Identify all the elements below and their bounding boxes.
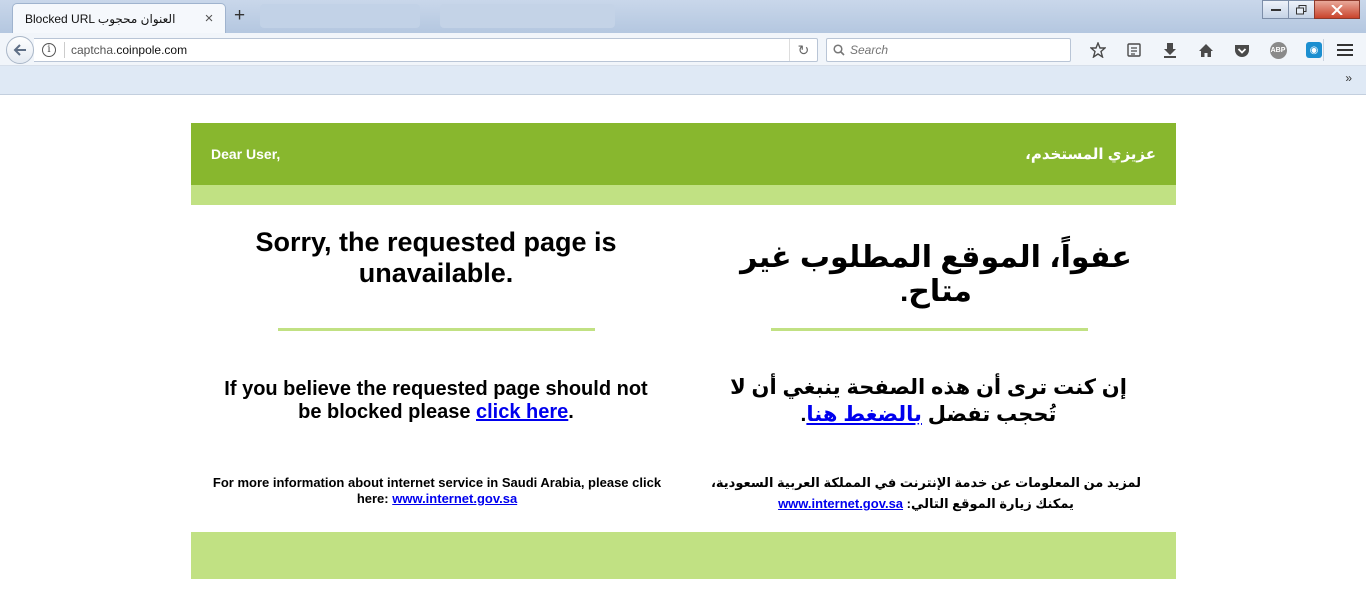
home-button[interactable] <box>1188 38 1224 62</box>
window-controls <box>1262 0 1360 19</box>
internet-gov-link-arabic[interactable]: www.internet.gov.sa <box>778 496 903 511</box>
new-tab-button[interactable]: + <box>234 5 245 27</box>
tab-title: Blocked URL العنوان محجوب <box>25 11 176 26</box>
minimize-icon <box>1270 8 1281 11</box>
toolbar-separator <box>1323 39 1324 61</box>
search-bar[interactable] <box>826 38 1071 62</box>
header-sub-bar <box>191 185 1176 205</box>
tab-active[interactable]: Blocked URL العنوان محجوب × <box>12 3 226 33</box>
url-separator <box>64 42 65 58</box>
unblock-period-english: . <box>568 401 574 423</box>
back-button[interactable] <box>6 36 34 64</box>
search-input[interactable] <box>850 43 1050 57</box>
home-icon <box>1199 43 1213 57</box>
bookmarks-toolbar: » <box>0 66 1366 95</box>
url-bar[interactable]: i captcha.coinpole.com ↻ <box>34 38 818 62</box>
downloads-button[interactable] <box>1152 38 1188 62</box>
close-window-button[interactable] <box>1314 0 1360 19</box>
reload-icon[interactable]: ↻ <box>789 39 817 61</box>
internet-gov-link[interactable]: www.internet.gov.sa <box>392 491 517 506</box>
star-icon <box>1090 42 1106 58</box>
back-arrow-icon <box>13 44 26 56</box>
url-text[interactable]: captcha.coinpole.com <box>71 43 789 57</box>
unblock-request-english: If you believe the requested page should… <box>211 378 661 424</box>
background-tab[interactable] <box>260 4 420 28</box>
more-info-english: For more information about internet serv… <box>211 475 663 507</box>
url-subdomain: captcha. <box>71 43 117 57</box>
unblock-request-arabic: إن كنت ترى أن هذه الصفحة ينبغي أن لا تُح… <box>706 374 1151 428</box>
unblock-text-arabic: إن كنت ترى أن هذه الصفحة ينبغي أن لا تُح… <box>730 376 1127 426</box>
adblock-icon: ABP <box>1269 41 1287 59</box>
reading-list-icon <box>1127 43 1141 57</box>
extension-icon: ◉ <box>1306 42 1322 58</box>
greeting-english: Dear User, <box>211 146 281 162</box>
url-domain: coinpole.com <box>116 43 188 57</box>
divider-english <box>278 328 595 331</box>
hamburger-lines <box>1337 44 1353 56</box>
pocket-button[interactable] <box>1224 38 1260 62</box>
navigation-toolbar: i captcha.coinpole.com ↻ ABP ◉ <box>0 33 1366 66</box>
search-icon <box>833 44 845 56</box>
adblock-button[interactable]: ABP <box>1260 38 1296 62</box>
background-tab[interactable] <box>440 4 615 28</box>
info-icon[interactable]: i <box>42 43 56 57</box>
divider-arabic <box>771 328 1088 331</box>
reading-list-button[interactable] <box>1116 38 1152 62</box>
footer-bar <box>191 532 1176 579</box>
click-here-link-arabic[interactable]: بالضغط هنا <box>806 403 922 426</box>
unblock-text-english: If you believe the requested page should… <box>224 378 648 423</box>
pocket-icon <box>1235 44 1249 57</box>
minimize-button[interactable] <box>1262 0 1289 19</box>
bookmark-star-button[interactable] <box>1080 38 1116 62</box>
close-icon <box>1331 4 1343 15</box>
toolbar-icons: ABP ◉ <box>1080 38 1332 62</box>
header-bar: Dear User, عزيزي المستخدم، <box>191 123 1176 185</box>
blocked-page: Dear User, عزيزي المستخدم، Sorry, the re… <box>191 123 1176 579</box>
chevron-more-icon[interactable]: » <box>1345 71 1352 85</box>
download-icon <box>1164 43 1176 58</box>
more-info-arabic: لمزيد من المعلومات عن خدمة الإنترنت في ا… <box>701 472 1151 514</box>
greeting-arabic: عزيزي المستخدم، <box>1025 146 1156 163</box>
more-info-text-arabic: لمزيد من المعلومات عن خدمة الإنترنت في ا… <box>710 475 1142 511</box>
hamburger-menu-icon[interactable] <box>1330 37 1360 63</box>
heading-english: Sorry, the requested page is unavailable… <box>255 227 617 288</box>
restore-icon <box>1296 4 1307 14</box>
heading-arabic: عفواً، الموقع المطلوب غير متاح. <box>740 241 1132 308</box>
extension-button[interactable]: ◉ <box>1296 38 1332 62</box>
window-titlebar: Blocked URL العنوان محجوب × + <box>0 0 1366 33</box>
restore-button[interactable] <box>1288 0 1315 19</box>
click-here-link[interactable]: click here <box>476 401 568 423</box>
close-tab-icon[interactable]: × <box>201 10 217 27</box>
